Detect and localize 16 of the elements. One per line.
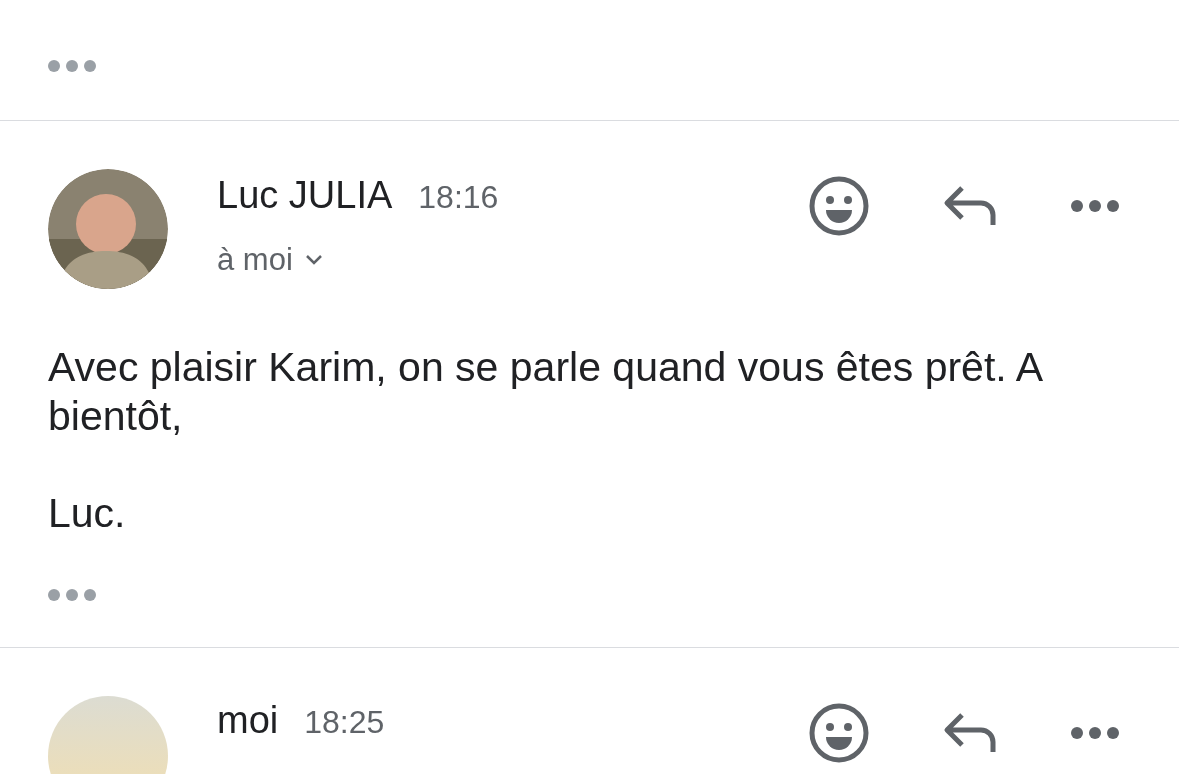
message-time: 18:16 [418, 178, 499, 217]
emoji-icon[interactable] [808, 175, 870, 237]
message-time: 18:25 [304, 702, 385, 742]
recipient-dropdown[interactable]: à moi [217, 237, 323, 284]
message-text: Avec plaisir Karim, on se parle quand vous êtes prêt. A bientôt, [48, 343, 1041, 442]
more-icon[interactable] [1070, 725, 1120, 740]
message-text: Luc. [48, 489, 127, 539]
chevron-down-icon [304, 254, 323, 267]
show-trimmed-button[interactable] [48, 60, 96, 72]
reply-icon[interactable] [942, 184, 998, 228]
sender-name: moi [217, 699, 279, 742]
emoji-icon[interactable] [808, 701, 870, 764]
show-trimmed-button[interactable] [48, 588, 96, 601]
reply-icon[interactable] [942, 710, 998, 755]
more-icon[interactable] [1070, 199, 1120, 213]
sender-name: Luc JULIA [217, 175, 393, 217]
